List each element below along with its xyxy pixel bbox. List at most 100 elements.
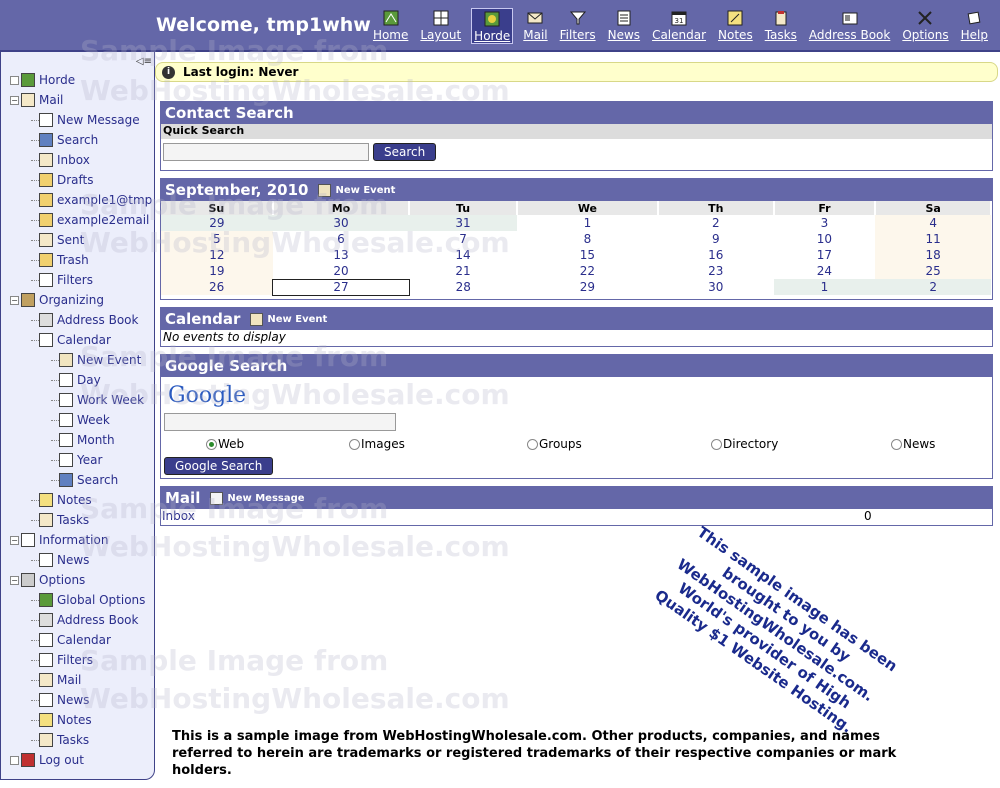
calendar-day[interactable]: 13 bbox=[273, 247, 410, 263]
sidebar-item-month[interactable]: Month bbox=[1, 430, 156, 450]
sidebar-item-week[interactable]: Week bbox=[1, 410, 156, 430]
calendar-day[interactable]: 9 bbox=[658, 231, 774, 247]
nav-options[interactable]: Options bbox=[900, 8, 950, 44]
inbox-link[interactable]: Inbox bbox=[161, 509, 195, 524]
calendar-day[interactable]: 14 bbox=[409, 247, 517, 263]
nav-notes[interactable]: Notes bbox=[716, 8, 755, 44]
sidebar-item-calendar[interactable]: Calendar bbox=[1, 630, 156, 650]
calendar-day[interactable]: 17 bbox=[774, 247, 876, 263]
sidebar-item-news[interactable]: News bbox=[1, 550, 156, 570]
calendar-day[interactable]: 5 bbox=[161, 231, 273, 247]
calendar-day[interactable]: 23 bbox=[658, 263, 774, 279]
calendar-day[interactable]: 6 bbox=[273, 231, 410, 247]
sidebar-item-search[interactable]: Search bbox=[1, 470, 156, 490]
sidebar-item-new-message[interactable]: New Message bbox=[1, 110, 156, 130]
sidebar-item-log-out[interactable]: Log out bbox=[1, 750, 156, 770]
google-radio-images[interactable]: Images bbox=[349, 437, 405, 451]
sidebar-item-example2email[interactable]: example2email bbox=[1, 210, 156, 230]
google-radio-news[interactable]: News bbox=[891, 437, 935, 451]
nav-tasks[interactable]: Tasks bbox=[763, 8, 799, 44]
calendar-day[interactable]: 16 bbox=[658, 247, 774, 263]
calendar-day[interactable]: 8 bbox=[517, 231, 658, 247]
calendar-new-event-link[interactable]: New Event bbox=[244, 312, 327, 326]
calendar-day[interactable]: 29 bbox=[517, 279, 658, 295]
sidebar-item-example1-tmp[interactable]: example1@tmp bbox=[1, 190, 156, 210]
calendar-day[interactable]: 15 bbox=[517, 247, 658, 263]
sidebar-item-inbox[interactable]: Inbox bbox=[1, 150, 156, 170]
calendar-day[interactable]: 25 bbox=[875, 263, 991, 279]
calendar-day[interactable]: 2 bbox=[658, 215, 774, 231]
nav-mail[interactable]: Mail bbox=[521, 8, 549, 44]
sidebar-item-mail[interactable]: − Mail bbox=[1, 90, 156, 110]
google-search-button[interactable]: Google Search bbox=[164, 457, 274, 475]
sidebar-item-organizing[interactable]: − Organizing bbox=[1, 290, 156, 310]
calendar-day[interactable]: 26 bbox=[161, 279, 273, 295]
sidebar-item-tasks[interactable]: Tasks bbox=[1, 730, 156, 750]
sidebar-item-horde[interactable]: Horde bbox=[1, 70, 156, 90]
sidebar-item-year[interactable]: Year bbox=[1, 450, 156, 470]
nav-calendar[interactable]: 31 Calendar bbox=[650, 8, 708, 44]
google-radio-groups[interactable]: Groups bbox=[527, 437, 582, 451]
contact-search-button[interactable]: Search bbox=[373, 143, 437, 161]
expander-icon[interactable]: − bbox=[10, 95, 19, 105]
sidebar-item-trash[interactable]: Trash bbox=[1, 250, 156, 270]
sidebar-item-global-options[interactable]: Global Options bbox=[1, 590, 156, 610]
collapse-sidebar-icon[interactable]: ◁≡ bbox=[136, 56, 152, 67]
sidebar-item-news[interactable]: News bbox=[1, 690, 156, 710]
sidebar-item-information[interactable]: − Information bbox=[1, 530, 156, 550]
sidebar-item-mail[interactable]: Mail bbox=[1, 670, 156, 690]
calendar-day[interactable]: 31 bbox=[409, 215, 517, 231]
sidebar-item-calendar[interactable]: Calendar bbox=[1, 330, 156, 350]
nav-address-book[interactable]: Address Book bbox=[807, 8, 892, 44]
nav-filters[interactable]: Filters bbox=[558, 8, 598, 44]
calendar-day[interactable]: 30 bbox=[272, 215, 410, 231]
calendar-day[interactable]: 28 bbox=[409, 279, 517, 295]
calendar-day[interactable]: 12 bbox=[161, 247, 273, 263]
calendar-day[interactable]: 19 bbox=[161, 263, 273, 279]
sidebar-item-new-event[interactable]: New Event bbox=[1, 350, 156, 370]
sidebar-item-notes[interactable]: Notes bbox=[1, 490, 156, 510]
expander-icon[interactable]: − bbox=[10, 535, 19, 545]
calendar-day[interactable]: 10 bbox=[774, 231, 876, 247]
google-search-input[interactable] bbox=[164, 413, 396, 431]
sidebar-item-drafts[interactable]: Drafts bbox=[1, 170, 156, 190]
nav-horde[interactable]: Horde bbox=[471, 8, 514, 44]
sidebar-item-notes[interactable]: Notes bbox=[1, 710, 156, 730]
calendar-day[interactable]: 18 bbox=[875, 247, 991, 263]
calendar-day[interactable]: 1 bbox=[517, 215, 658, 231]
sidebar-item-tasks[interactable]: Tasks bbox=[1, 510, 156, 530]
calendar-day[interactable]: 24 bbox=[774, 263, 876, 279]
calendar-day[interactable]: 2 bbox=[875, 279, 991, 295]
calendar-day[interactable]: 21 bbox=[409, 263, 517, 279]
calendar-day[interactable]: 20 bbox=[273, 263, 410, 279]
calendar-day[interactable]: 4 bbox=[875, 215, 991, 231]
calendar-day[interactable]: 30 bbox=[658, 279, 774, 295]
calendar-day[interactable]: 1 bbox=[773, 279, 876, 295]
sidebar-item-day[interactable]: Day bbox=[1, 370, 156, 390]
calendar-day[interactable]: 29 bbox=[161, 215, 273, 231]
sidebar-item-sent[interactable]: Sent bbox=[1, 230, 156, 250]
expander-icon[interactable] bbox=[10, 755, 19, 765]
nav-news[interactable]: News bbox=[606, 8, 642, 44]
calendar-day[interactable]: 11 bbox=[875, 231, 991, 247]
calendar-day[interactable]: 7 bbox=[409, 231, 517, 247]
expander-icon[interactable]: − bbox=[10, 295, 19, 305]
calendar-day[interactable]: 3 bbox=[774, 215, 876, 231]
nav-help[interactable]: Help bbox=[959, 8, 990, 44]
expander-icon[interactable]: − bbox=[10, 575, 19, 585]
expander-icon[interactable] bbox=[10, 75, 19, 85]
sidebar-item-address-book[interactable]: Address Book bbox=[1, 310, 156, 330]
sidebar-item-filters[interactable]: Filters bbox=[1, 650, 156, 670]
google-radio-directory[interactable]: Directory bbox=[711, 437, 778, 451]
calendar-day[interactable]: 22 bbox=[517, 263, 658, 279]
sidebar-item-work-week[interactable]: Work Week bbox=[1, 390, 156, 410]
sidebar-item-filters[interactable]: Filters bbox=[1, 270, 156, 290]
sidebar-item-options[interactable]: − Options bbox=[1, 570, 156, 590]
calendar-day[interactable]: 27 bbox=[272, 278, 410, 296]
contact-search-input[interactable] bbox=[163, 143, 369, 161]
google-radio-web[interactable]: Web bbox=[206, 437, 244, 451]
nav-home[interactable]: Home bbox=[371, 8, 410, 44]
new-message-link[interactable]: New Message bbox=[204, 491, 305, 505]
sidebar-item-address-book[interactable]: Address Book bbox=[1, 610, 156, 630]
new-event-link[interactable]: New Event bbox=[312, 183, 395, 197]
